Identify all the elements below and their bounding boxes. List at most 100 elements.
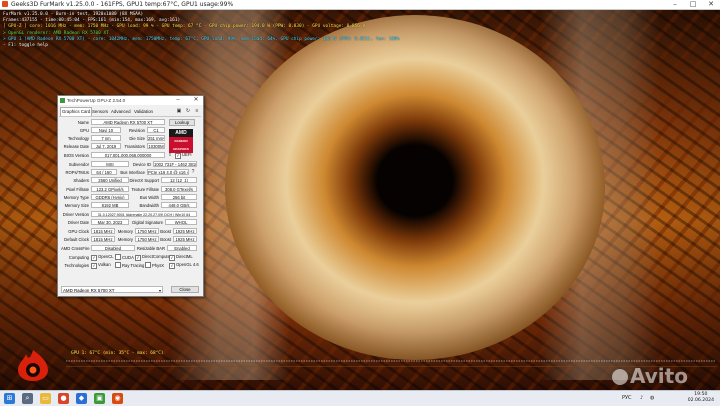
technology-label: Technology <box>67 136 89 141</box>
rops-label: ROPs/TMUs <box>65 170 90 175</box>
default-clock-value: 1815 MHz <box>91 236 115 242</box>
gpuz-close-icon[interactable]: ✕ <box>191 96 201 105</box>
gpu-label: GPU <box>79 128 89 133</box>
uefi-checkbox: ✓ UEFI <box>175 152 192 159</box>
device-id-value: 1002 731F - 1462 3810 <box>153 161 197 167</box>
die-size-value: 251 mm² <box>147 135 165 141</box>
default-boost-label: Boost <box>160 237 171 242</box>
maximize-icon[interactable]: □ <box>684 0 702 9</box>
subvendor-label: Subvendor <box>68 162 89 167</box>
gpu-temp-graph-label: GPU 1: 67°C (min: 35°C - max: 68°C) <box>71 351 164 356</box>
tab-validation[interactable]: Validation <box>133 108 154 116</box>
app-icon[interactable]: ◆ <box>76 393 87 404</box>
vulkan-checkbox: ✓ Vulkan <box>91 262 111 269</box>
osd-line: - F1: toggle help <box>3 43 48 49</box>
volume-icon[interactable]: ♪ <box>640 395 643 401</box>
revision-value: C1 <box>147 127 165 133</box>
memory-size-value: 8192 MB <box>91 202 129 208</box>
osd-text-block: FurMark v1.25.0.0 - Burn-in test, 1920x1… <box>3 12 400 49</box>
keyboard-language[interactable]: РУС <box>622 395 632 401</box>
vulkan-check-mark: ✓ <box>91 263 97 269</box>
revision-label: Revision <box>128 128 145 133</box>
taskbar-clock[interactable]: 19:50 02.06.2024 <box>688 392 714 404</box>
bus-width-value: 256 bit <box>161 194 197 200</box>
bios-save-icon[interactable]: ⇪ <box>167 152 173 158</box>
furmark-app-icon <box>2 1 8 7</box>
texture-fillrate-value: 308.0 GTexel/s <box>161 186 197 192</box>
gpu-select-dropdown[interactable]: AMD Radeon RX 5700 XT ▾ <box>61 286 163 293</box>
cuda-checkbox: CUDA <box>115 254 134 261</box>
windows-taskbar: ⊞ ⌕ ▭ ● ◆ ▣ ◉ РУС ♪ ◍ 19:50 02.06.2024 <box>0 390 720 406</box>
clock-date: 02.06.2024 <box>687 398 714 403</box>
transistors-label: Transistors <box>124 144 145 149</box>
pixel-fillrate-label: Pixel Fillrate <box>66 187 89 192</box>
memory-clock-label: Memory <box>117 229 133 234</box>
release-date-value: Jul 7, 2019 <box>91 143 121 149</box>
memory-type-label: Memory Type <box>63 195 89 200</box>
directcompute-check-mark: ✓ <box>135 255 141 261</box>
technologies-label: Technologies <box>64 263 89 268</box>
memory-type-value: GDDR6 (Hynix) <box>91 194 129 200</box>
windows-start-icon[interactable]: ⊞ <box>4 393 15 404</box>
release-date-label: Release Date <box>63 144 89 149</box>
shaders-value: 2560 Unified <box>91 177 129 183</box>
tab-advanced[interactable]: Advanced <box>110 108 132 116</box>
graphics-card-panel: Name AMD Radeon RX 5700 XT Lookup GPU Na… <box>59 116 201 282</box>
amd-radeon-logo: AMD RADEON GRAPHICS <box>169 129 193 153</box>
name-label: Name <box>77 120 89 125</box>
bus-interface-value: PCIe x16 4.0 @ x16 4.0 <box>147 169 189 175</box>
gpuz-taskbar-icon[interactable]: ▣ <box>94 393 105 404</box>
gpu-value: Navi 10 <box>91 127 121 133</box>
tab-sensors[interactable]: Sensors <box>91 108 109 116</box>
directx-value: 12 (12_1) <box>161 177 197 183</box>
resizable-bar-value: Enabled <box>167 245 197 251</box>
shaders-label: Shaders <box>73 178 89 183</box>
chrome-icon[interactable]: ● <box>58 393 69 404</box>
driver-version-label: Driver Version <box>62 212 89 217</box>
furmark-taskbar-icon[interactable]: ◉ <box>112 393 123 404</box>
subvendor-value: MSI <box>91 161 129 167</box>
gpuz-window-title: TechPowerUp GPU-Z 2.54.0 <box>67 98 126 103</box>
directml-checkbox: ✓ DirectML <box>169 254 193 261</box>
furmark-window-title: Geeks3D FurMark v1.25.0.0 - 161FPS, GPU1… <box>11 1 234 8</box>
transistors-value: 10300M <box>147 143 165 149</box>
opencl-check-mark: ✓ <box>91 255 97 261</box>
crossfire-label: AMD CrossFire <box>61 246 90 251</box>
default-memory-value: 1750 MHz <box>135 236 159 242</box>
chevron-down-icon: ▾ <box>158 288 161 293</box>
close-button[interactable]: Close <box>171 286 199 293</box>
avito-watermark: Avito <box>612 364 688 388</box>
refresh-icon[interactable]: ↻ <box>185 108 191 114</box>
crossfire-value: Disabled <box>91 245 135 251</box>
opengl-checkbox: ✓ OpenGL 4.6 <box>169 262 199 269</box>
texture-fillrate-label: Texture Fillrate <box>131 187 159 192</box>
gpuz-minimize-icon[interactable]: – <box>173 96 183 105</box>
search-icon[interactable]: ⌕ <box>22 393 33 404</box>
menu-icon[interactable]: ≡ <box>194 108 200 114</box>
bios-value: 017.001.000.068.000000 <box>91 152 165 158</box>
memory-clock-value: 1750 MHz <box>135 228 159 234</box>
file-explorer-icon[interactable]: ▭ <box>40 393 51 404</box>
osd-line: [ GPU-Z ] core: 1016 MHz - mem: 1750 MHz… <box>3 24 366 30</box>
osd-line: > GPU 1 (AMD Radeon RX 5700 XT) - core: … <box>3 36 400 42</box>
ray-tracing-check-mark <box>115 262 121 268</box>
camera-icon[interactable]: ▣ <box>176 108 182 114</box>
digital-signature-value: WHQL <box>165 219 197 225</box>
cuda-check-mark <box>115 254 121 260</box>
opengl-check-mark: ✓ <box>169 263 175 269</box>
device-id-label: Device ID <box>132 162 151 167</box>
network-icon[interactable]: ◍ <box>650 395 654 401</box>
close-icon[interactable]: ✕ <box>702 0 720 9</box>
directcompute-checkbox: ✓ DirectCompute <box>135 254 170 261</box>
gpuz-titlebar: TechPowerUp GPU-Z 2.54.0 – ✕ <box>58 96 203 105</box>
physx-checkbox: PhysX <box>145 262 164 269</box>
bus-width-label: Bus Width <box>139 195 159 200</box>
gpu-clock-value: 1815 MHz <box>91 228 115 234</box>
help-icon[interactable]: ? <box>190 169 196 175</box>
lookup-button[interactable]: Lookup <box>169 119 195 126</box>
furmark-logo-icon <box>18 350 48 381</box>
furmark-titlebar: Geeks3D FurMark v1.25.0.0 - 161FPS, GPU1… <box>0 0 720 10</box>
physx-check-mark <box>145 262 151 268</box>
pixel-fillrate-value: 123.2 GPixel/s <box>91 186 129 192</box>
minimize-icon[interactable]: – <box>666 0 684 9</box>
